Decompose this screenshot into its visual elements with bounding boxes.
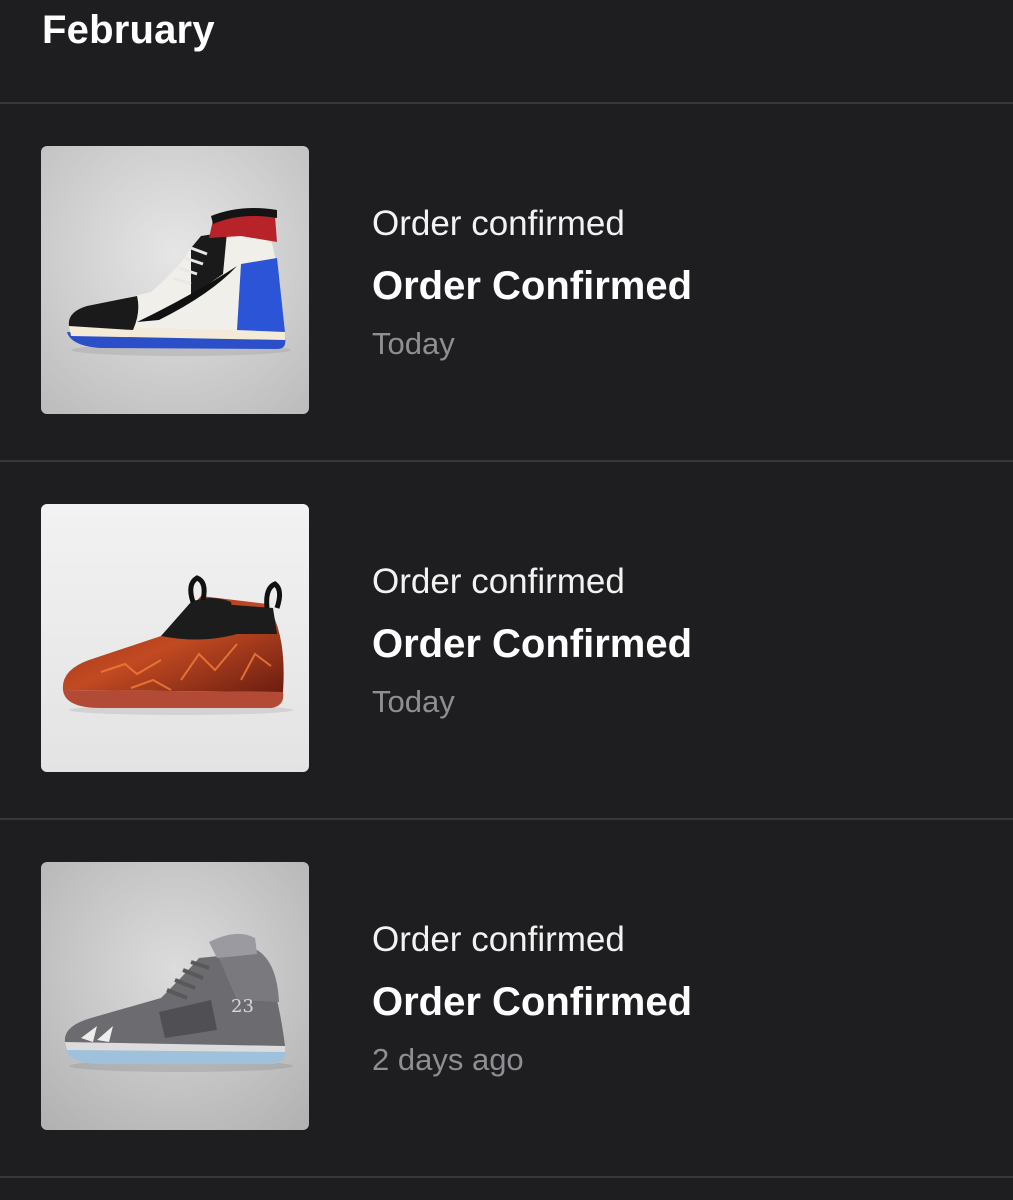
notification-timestamp: Today xyxy=(372,684,455,719)
notification-text: Order confirmed Order Confirmed 2 days a… xyxy=(372,918,692,1082)
product-thumbnail[interactable] xyxy=(41,504,309,772)
notification-title: Order Confirmed xyxy=(372,264,693,308)
notification-timestamp: 2 days ago xyxy=(372,1042,524,1077)
notification-item[interactable]: Order confirmed Order Confirmed Today xyxy=(0,462,1013,818)
svg-text:23: 23 xyxy=(231,996,254,1017)
notification-item[interactable]: Order confirmed Order Confirmed Today xyxy=(0,104,1013,460)
divider xyxy=(0,1176,1013,1178)
notification-title: Order Confirmed xyxy=(372,980,693,1024)
notification-text: Order confirmed Order Confirmed Today xyxy=(372,560,692,724)
section-header-month: February xyxy=(42,8,215,52)
product-thumbnail[interactable]: 23 xyxy=(41,862,309,1130)
notification-timestamp: Today xyxy=(372,326,455,361)
notification-text: Order confirmed Order Confirmed Today xyxy=(372,202,692,366)
notification-eyebrow: Order confirmed xyxy=(372,204,625,243)
notification-eyebrow: Order confirmed xyxy=(372,920,625,959)
notification-item[interactable]: 23 Order confirmed Order Confirmed 2 day… xyxy=(0,820,1013,1176)
notification-eyebrow: Order confirmed xyxy=(372,562,625,601)
notification-title: Order Confirmed xyxy=(372,622,693,666)
product-thumbnail[interactable] xyxy=(41,146,309,414)
